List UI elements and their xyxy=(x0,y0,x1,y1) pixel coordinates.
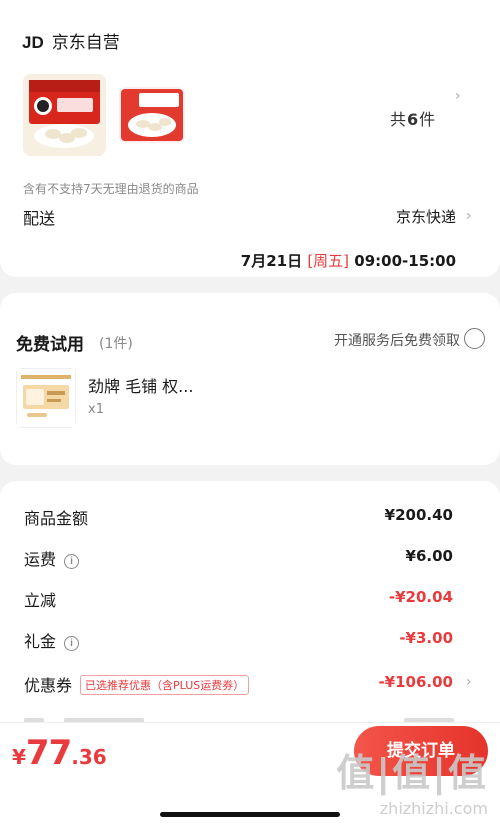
product-thumbnail-dumplings[interactable] xyxy=(23,74,106,156)
discount-label: 立减 xyxy=(24,591,57,610)
item-count-suffix: 件 xyxy=(419,110,436,129)
return-policy-note: 含有不支持7天无理由退货的商品 xyxy=(23,182,199,196)
gift-money-value: -¥3.00 xyxy=(399,629,453,647)
delivery-method[interactable]: 京东快递 xyxy=(396,206,456,227)
watermark-url: zhizhizhi.com xyxy=(379,799,488,818)
free-trial-title: 免费试用 xyxy=(16,335,84,355)
free-trial-radio[interactable] xyxy=(464,328,485,349)
order-total: ¥77.36 xyxy=(12,733,107,773)
voucher-image xyxy=(17,369,75,427)
info-icon[interactable]: i xyxy=(64,554,80,569)
free-trial-cta[interactable]: 开通服务后免费领取 xyxy=(334,330,460,350)
delivery-label: 配送 xyxy=(23,209,56,228)
watermark-mark: 值|值|值 xyxy=(336,751,488,795)
shipping-label: 运费 xyxy=(24,550,57,569)
gift-item-name[interactable]: 劲牌 毛铺 权... xyxy=(88,373,193,397)
coupon-label: 优惠券 xyxy=(24,676,73,695)
goods-amount-label: 商品金额 xyxy=(24,509,89,528)
delivery-time[interactable]: 7月21日 [周五] 09:00-15:00 xyxy=(241,250,456,271)
free-trial-count: (1件) xyxy=(99,336,133,352)
coupon-tag: 已选推荐优惠（含PLUS运费券） xyxy=(80,675,250,695)
store-name: 京东自营 xyxy=(51,33,120,53)
watermark: 值|值|值 zhizhizhi.com xyxy=(336,742,488,818)
jd-logo: JD xyxy=(22,33,44,52)
total-integer: 77 xyxy=(25,733,72,773)
gift-item-thumbnail[interactable] xyxy=(16,368,76,428)
gift-money-label: 礼金 xyxy=(24,632,57,651)
item-count[interactable]: 共6件 xyxy=(390,106,435,130)
dumpling-box-image xyxy=(23,74,106,156)
shipping-row: 运费 i xyxy=(24,546,80,570)
home-indicator[interactable] xyxy=(160,812,340,817)
goods-amount-value: ¥200.40 xyxy=(384,506,453,524)
delivery-weekday: [周五] xyxy=(307,252,350,270)
item-count-prefix: 共 xyxy=(390,110,407,129)
discount-value: -¥20.04 xyxy=(388,588,453,606)
coupon-value[interactable]: -¥106.00 xyxy=(378,673,453,691)
chevron-right-icon[interactable]: › xyxy=(455,88,461,104)
delivery-date: 7月21日 xyxy=(240,252,303,270)
item-count-number: 6 xyxy=(407,110,419,129)
chevron-right-icon[interactable]: › xyxy=(466,208,472,224)
delivery-window: 09:00-15:00 xyxy=(354,252,456,270)
gift-money-row: 礼金 i xyxy=(24,628,80,652)
product-thumbnail-soup-dumplings[interactable] xyxy=(119,87,185,143)
chevron-right-icon[interactable]: › xyxy=(466,674,472,690)
soup-dumpling-bag-image xyxy=(119,87,185,143)
store-title: JD 京东自营 xyxy=(22,28,120,53)
currency-symbol: ¥ xyxy=(12,745,26,769)
gift-item-qty: x1 xyxy=(88,402,104,417)
total-decimal: .36 xyxy=(71,745,107,769)
info-icon[interactable]: i xyxy=(64,636,80,651)
coupon-row[interactable]: 优惠券 已选推荐优惠（含PLUS运费券） xyxy=(24,672,250,696)
shipping-value: ¥6.00 xyxy=(405,547,453,565)
